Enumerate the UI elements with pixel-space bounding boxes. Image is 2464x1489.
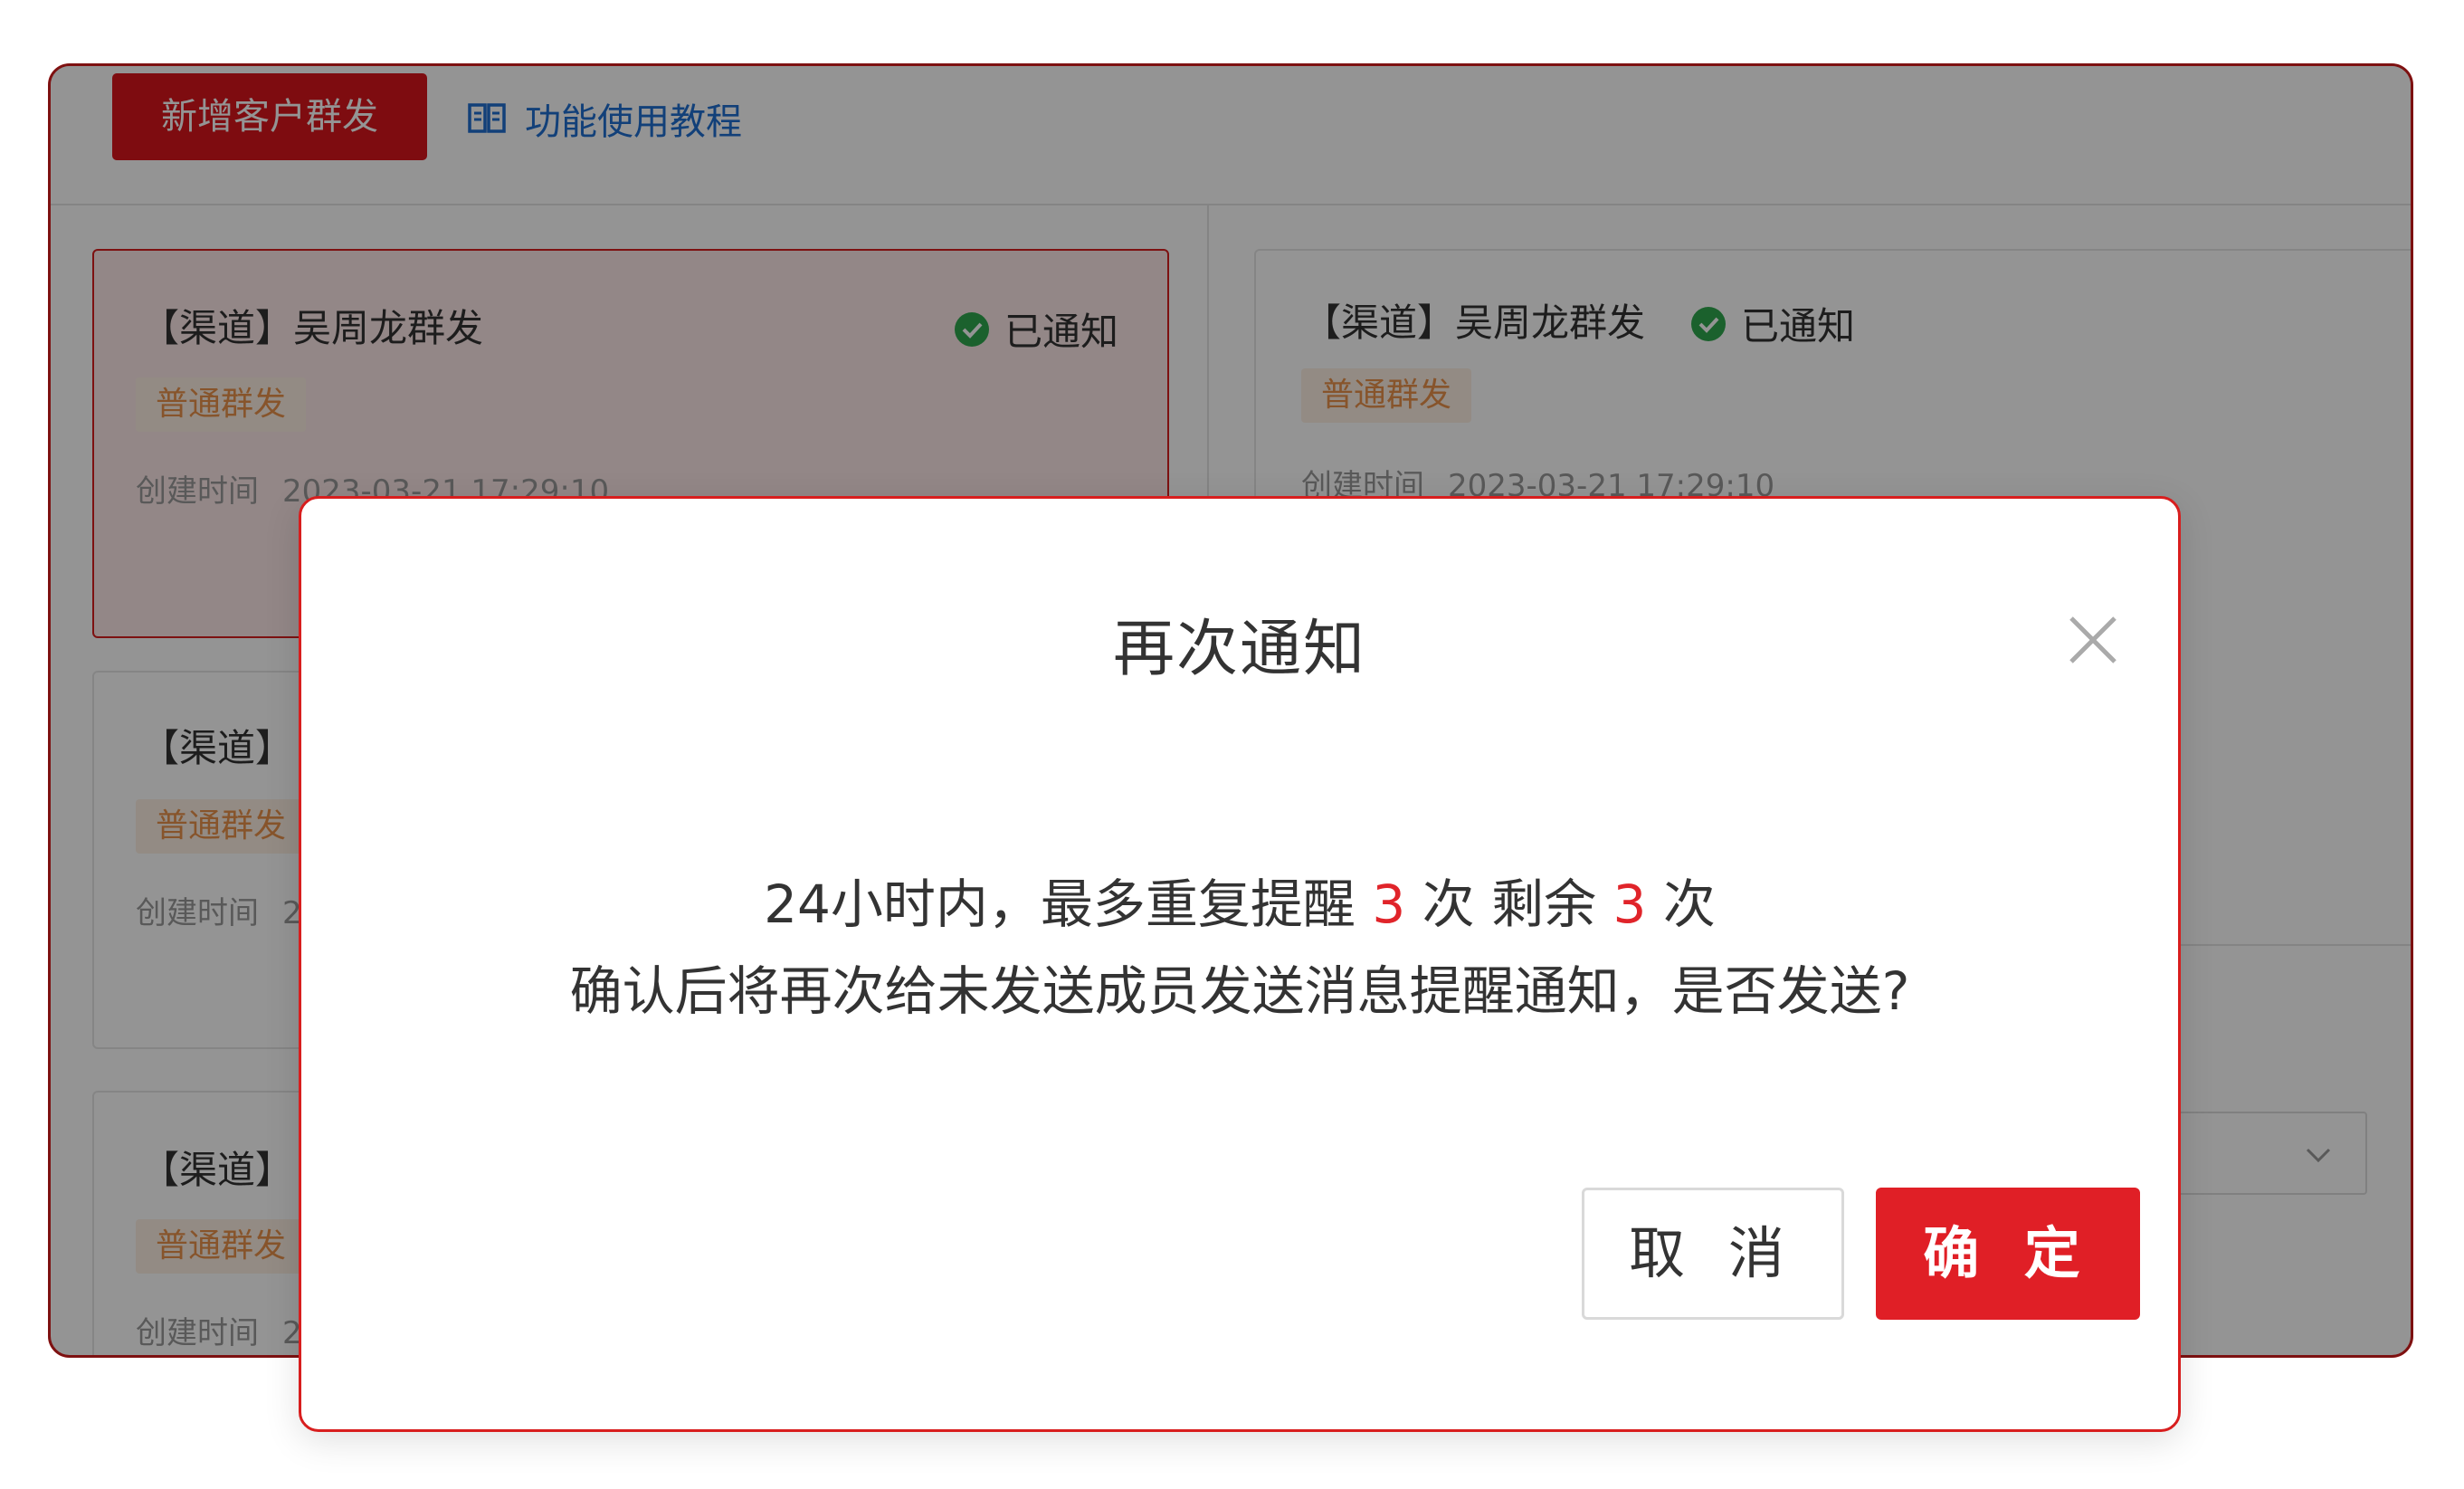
max-count: 3 bbox=[1372, 873, 1406, 935]
confirm-button[interactable]: 确 定 bbox=[1876, 1188, 2140, 1320]
remaining-count: 3 bbox=[1613, 873, 1647, 935]
times-text: 次 bbox=[1662, 873, 1716, 935]
reminder-limit-line: 24小时内，最多重复提醒 3 次 剩余 3 次 bbox=[301, 861, 2178, 948]
limit-text: 24小时内，最多重复提醒 bbox=[764, 873, 1356, 935]
dialog-title: 再次通知 bbox=[1112, 614, 1366, 685]
remaining-text: 次 剩余 bbox=[1422, 873, 1597, 935]
dialog-message: 24小时内，最多重复提醒 3 次 剩余 3 次 确认后将再次给未发送成员发送消息… bbox=[301, 861, 2178, 1035]
close-icon[interactable] bbox=[2068, 615, 2118, 665]
confirm-question: 确认后将再次给未发送成员发送消息提醒通知，是否发送? bbox=[569, 960, 1910, 1022]
cancel-button[interactable]: 取 消 bbox=[1582, 1188, 1844, 1320]
renotify-dialog: 再次通知 24小时内，最多重复提醒 3 次 剩余 3 次 确认后将再次给未发送成… bbox=[299, 496, 2181, 1432]
